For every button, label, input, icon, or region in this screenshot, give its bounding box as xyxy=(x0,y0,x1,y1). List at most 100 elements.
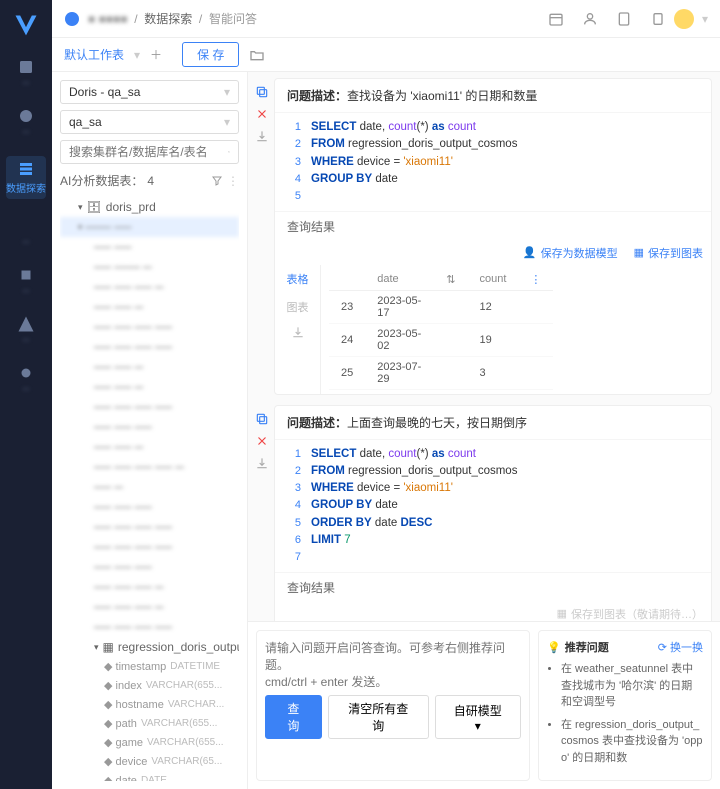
filter-icon[interactable] xyxy=(211,175,223,187)
main-area: ■ ■■■■ / 数据探索 / 智能问答 ▾ 默认工作表 ▾ ＋ 保 存 Dor… xyxy=(52,0,720,789)
query-desc: 问题描述：查找设备为 'xiaomi11' 的日期和数量 xyxy=(275,79,711,113)
tree-table[interactable]: ── ── ── ── xyxy=(60,397,239,417)
tree-table[interactable]: ── ── ── xyxy=(60,557,239,577)
nav-item-2[interactable]: -- xyxy=(6,107,46,138)
save-chart-action-disabled: ▦ 保存到图表（敬请期待…） xyxy=(557,606,703,622)
search-input[interactable] xyxy=(69,145,224,159)
delete-icon[interactable] xyxy=(255,434,269,448)
bottom-bar: 查 询 清空所有查询 自研模型 ▾ 💡 推荐问题 ⟳ 换一换 在 weather… xyxy=(248,621,720,789)
ai-count-row: AI分析数据表：4 ⋮ xyxy=(60,170,239,191)
tree-field[interactable]: ◆ index VARCHAR(655... xyxy=(60,676,239,695)
save-model-action[interactable]: 👤 保存为数据模型 xyxy=(523,245,618,261)
result-label: 查询结果 xyxy=(275,211,711,241)
query-block-1: 问题描述：查找设备为 'xiaomi11' 的日期和数量 1SELECT dat… xyxy=(274,78,712,395)
refresh-icon[interactable] xyxy=(228,145,230,159)
clear-button[interactable]: 清空所有查询 xyxy=(328,695,429,739)
recommended-panel: 💡 推荐问题 ⟳ 换一换 在 weather_seatunnel 表中查找城市为… xyxy=(538,630,712,781)
schema-tree: ▾ 🗄 doris_prd • ─── ── ── ── ── ─── ─ ──… xyxy=(60,197,239,781)
recommended-title: 💡 推荐问题 xyxy=(547,639,609,655)
tree-table[interactable]: ── ─ xyxy=(60,477,239,497)
tree-table[interactable]: ── ── ── ── xyxy=(60,337,239,357)
connection-select[interactable]: Doris - qa_sa▾ xyxy=(60,80,239,104)
sql-editor-2[interactable]: 1SELECT date, count(*) as count 2FROM re… xyxy=(275,440,711,572)
tree-table[interactable]: ── ── ── ── xyxy=(60,617,239,637)
query-desc: 问题描述：上面查询最晚的七天，按日期倒序 xyxy=(275,406,711,440)
nav-item-4[interactable]: -- xyxy=(6,217,46,248)
tree-field[interactable]: ◆ timestamp DATETIME xyxy=(60,657,239,676)
tree-field[interactable]: ◆ path VARCHAR(655... xyxy=(60,714,239,733)
clipboard-icon[interactable] xyxy=(650,11,666,27)
delete-icon[interactable] xyxy=(255,107,269,121)
model-button[interactable]: 自研模型 ▾ xyxy=(435,695,521,739)
tree-table[interactable]: ── ── ── ── xyxy=(60,537,239,557)
result-tab-table[interactable]: 表格 xyxy=(275,265,320,293)
copy-icon[interactable] xyxy=(255,85,269,99)
nav-item-5[interactable]: -- xyxy=(6,266,46,297)
tree-table[interactable]: ── ── ── ── ─ xyxy=(60,457,239,477)
table-row: 232023-05-1712 xyxy=(329,290,553,323)
tree-table-expanded[interactable]: ▾ ▦ regression_doris_output_... xyxy=(60,637,239,657)
tree-table[interactable]: ── ── ─ xyxy=(60,297,239,317)
tree-table[interactable]: ── ─── ─ xyxy=(60,257,239,277)
tree-field[interactable]: ◆ device VARCHAR(65... xyxy=(60,752,239,771)
folder-icon[interactable] xyxy=(249,47,265,63)
tree-table[interactable]: • ─── ── xyxy=(60,217,239,237)
tree-table[interactable]: ── ── ─ xyxy=(60,437,239,457)
doc-icon[interactable] xyxy=(616,11,632,27)
tree-table[interactable]: ── ── ── ─ xyxy=(60,577,239,597)
nav-item-1[interactable]: -- xyxy=(6,58,46,89)
menu-icon[interactable] xyxy=(64,11,80,27)
download-result-icon[interactable] xyxy=(291,325,305,339)
table-row: 242023-05-0219 xyxy=(329,323,553,356)
result-label: 查询结果 xyxy=(275,572,711,602)
table-row: 252023-07-293 xyxy=(329,356,553,389)
tree-field[interactable]: ◆ date DATE xyxy=(60,771,239,781)
tree-field[interactable]: ◆ game VARCHAR(655... xyxy=(60,733,239,752)
recommended-item[interactable]: 在 regression_doris_output_cosmos 表中查找设备为… xyxy=(561,717,703,767)
top-bar: ■ ■■■■ / 数据探索 / 智能问答 ▾ xyxy=(52,0,720,38)
sql-editor-1[interactable]: 1SELECT date, count(*) as count 2FROM re… xyxy=(275,113,711,211)
query-block-2: 问题描述：上面查询最晚的七天，按日期倒序 1SELECT date, count… xyxy=(274,405,712,622)
tree-table[interactable]: ── ── xyxy=(60,237,239,257)
tree-table[interactable]: ── ── ── ─ xyxy=(60,277,239,297)
tree-db-root[interactable]: ▾ 🗄 doris_prd xyxy=(60,197,239,217)
tree-more-icon[interactable]: ⋮ xyxy=(227,174,239,188)
app-root: -- -- 数据探索 -- -- -- -- ■ ■■■■ / 数据探索 / 智… xyxy=(0,0,720,789)
query-input[interactable] xyxy=(265,639,521,695)
breadcrumb: ■ ■■■■ / 数据探索 / 智能问答 xyxy=(88,10,257,27)
recommended-item[interactable]: 在 weather_seatunnel 表中查找城市为 '哈尔滨' 的日期和空调… xyxy=(561,661,703,711)
tree-table[interactable]: ── ── ── xyxy=(60,417,239,437)
tree-table[interactable]: ── ── ── ── xyxy=(60,517,239,537)
tree-table[interactable]: ── ── ── ── xyxy=(60,317,239,337)
tab-bar: 默认工作表 ▾ ＋ 保 存 xyxy=(52,38,720,72)
tree-table[interactable]: ── ── ─ xyxy=(60,377,239,397)
save-chart-action[interactable]: ▦ 保存到图表 xyxy=(634,245,703,261)
left-nav: -- -- 数据探索 -- -- -- -- xyxy=(0,0,52,789)
query-button[interactable]: 查 询 xyxy=(265,695,322,739)
search-input-wrap xyxy=(60,140,239,164)
nav-item-6[interactable]: -- xyxy=(6,315,46,346)
tree-field[interactable]: ◆ hostname VARCHAR... xyxy=(60,695,239,714)
swap-button[interactable]: ⟳ 换一换 xyxy=(658,639,703,655)
workspace-tab[interactable]: 默认工作表 xyxy=(64,46,124,63)
tree-table[interactable]: ── ── ── ─ xyxy=(60,597,239,617)
tree-table[interactable]: ── ── ─ xyxy=(60,357,239,377)
save-button[interactable]: 保 存 xyxy=(182,42,239,67)
nav-item-data-explore[interactable]: 数据探索 xyxy=(6,156,46,199)
nav-item-7[interactable]: -- xyxy=(6,364,46,395)
tree-table[interactable]: ── ── ── xyxy=(60,497,239,517)
users-icon[interactable] xyxy=(582,11,598,27)
download-icon[interactable] xyxy=(255,456,269,470)
download-icon[interactable] xyxy=(255,129,269,143)
input-area: 查 询 清空所有查询 自研模型 ▾ xyxy=(256,630,530,781)
copy-icon[interactable] xyxy=(255,412,269,426)
add-tab[interactable]: ＋ xyxy=(150,46,162,63)
logo-icon xyxy=(12,12,40,40)
avatar[interactable] xyxy=(674,9,694,29)
result-table: date⇅count⋮ 232023-05-1712242023-05-0219… xyxy=(329,269,553,390)
queries-scroll[interactable]: 问题描述：查找设备为 'xiaomi11' 的日期和数量 1SELECT dat… xyxy=(248,72,720,621)
result-tab-chart[interactable]: 图表 xyxy=(275,293,320,321)
calendar-icon[interactable] xyxy=(548,11,564,27)
database-select[interactable]: qa_sa▾ xyxy=(60,110,239,134)
work-area: 问题描述：查找设备为 'xiaomi11' 的日期和数量 1SELECT dat… xyxy=(248,72,720,789)
